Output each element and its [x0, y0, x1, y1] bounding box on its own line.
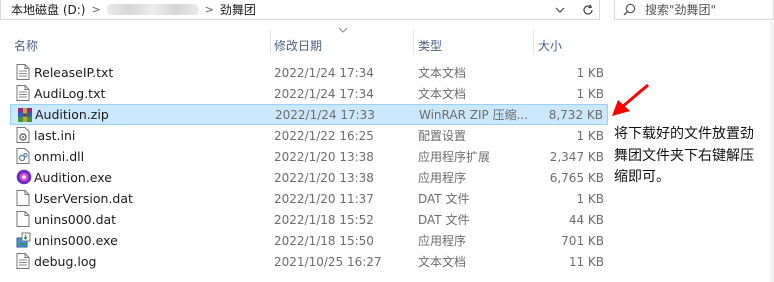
annotation-arrow [612, 83, 649, 116]
sort-indicator-icon [338, 26, 348, 36]
file-type: 应用程序扩展 [418, 150, 491, 164]
file-size: 8,732 KB [548, 107, 603, 122]
file-row[interactable]: unins000.dat 2022/1/18 15:52 DAT 文件 44 KB [10, 209, 608, 230]
file-modified-date: 2022/1/20 13:38 [274, 149, 374, 164]
dll-file-icon [16, 148, 32, 164]
file-type: DAT 文件 [418, 192, 470, 206]
breadcrumb-separator: > [204, 3, 214, 16]
search-icon [623, 3, 636, 16]
file-modified-date: 2022/1/24 17:34 [274, 86, 374, 101]
file-name: UserVersion.dat [34, 191, 133, 206]
settings-file-icon [16, 127, 32, 143]
text-file-icon [16, 85, 32, 101]
column-header-type[interactable]: 类型 [418, 37, 442, 54]
file-modified-date: 2022/1/18 15:50 [274, 233, 374, 248]
installer-icon [16, 232, 32, 248]
column-header-size[interactable]: 大小 [538, 37, 562, 54]
file-size: 1 KB [576, 86, 604, 101]
file-modified-date: 2022/1/20 13:38 [274, 170, 374, 185]
file-row[interactable]: unins000.exe 2022/1/18 15:50 应用程序 701 KB [10, 230, 608, 251]
redacted-path-segment [106, 4, 199, 15]
blank-file-icon [16, 190, 32, 206]
file-size: 701 KB [561, 233, 604, 248]
file-modified-date: 2022/1/22 16:25 [274, 128, 374, 143]
column-divider[interactable] [413, 30, 414, 54]
file-size: 1 KB [576, 65, 604, 80]
file-row[interactable]: Audition.zip 2022/1/24 17:33 WinRAR ZIP 压缩… [10, 104, 608, 125]
file-name: onmi.dll [34, 149, 85, 164]
file-row[interactable]: AudiLog.txt 2022/1/24 17:34 文本文档 1 KB [10, 83, 608, 104]
text-file-icon [16, 64, 32, 80]
file-row[interactable]: onmi.dll 2022/1/20 13:38 应用程序扩展 2,347 KB [10, 146, 608, 167]
file-type: 文本文档 [418, 255, 467, 269]
file-modified-date: 2022/1/20 11:37 [274, 191, 374, 206]
scroll-track[interactable] [770, 22, 774, 282]
file-size: 6,765 KB [549, 170, 604, 185]
file-row[interactable]: debug.log 2021/10/25 16:27 文本文档 11 KB [10, 251, 608, 272]
file-type: WinRAR ZIP 压缩... [419, 108, 529, 122]
file-modified-date: 2022/1/18 15:52 [274, 212, 374, 227]
file-size: 2,347 KB [549, 149, 604, 164]
refresh-icon[interactable] [576, 0, 600, 20]
address-bar[interactable]: 本地磁盘 (D:) > > 劲舞团 [0, 0, 600, 20]
column-header-name[interactable]: 名称 [14, 37, 38, 54]
file-modified-date: 2022/1/24 17:34 [274, 65, 374, 80]
file-row[interactable]: Audition.exe 2022/1/20 13:38 应用程序 6,765 KB [10, 167, 608, 188]
annotation-text: 将下载好的文件放置劲舞团文件夹下右键解压缩即可。 [614, 126, 754, 185]
search-placeholder: 搜索"劲舞团" [645, 3, 717, 17]
file-modified-date: 2022/1/24 17:33 [275, 107, 375, 122]
file-name: ReleaseIP.txt [34, 65, 114, 80]
file-type: 文本文档 [418, 66, 467, 80]
file-type: 配置设置 [418, 129, 467, 143]
breadcrumb-separator: > [91, 3, 101, 16]
address-segment-folder[interactable]: 劲舞团 [220, 1, 256, 18]
address-segment-drive[interactable]: 本地磁盘 (D:) [11, 1, 85, 18]
winrar-archive-icon [17, 107, 33, 123]
file-name: unins000.dat [34, 212, 117, 227]
blank-file-icon [16, 211, 32, 227]
file-name: last.ini [34, 128, 76, 143]
audition-app-icon [16, 169, 32, 185]
file-row[interactable]: ReleaseIP.txt 2022/1/24 17:34 文本文档 1 KB [10, 62, 608, 83]
file-size: 1 KB [576, 128, 604, 143]
file-type: 应用程序 [418, 171, 467, 185]
file-row[interactable]: UserVersion.dat 2022/1/20 11:37 DAT 文件 1 KB [10, 188, 608, 209]
file-name: AudiLog.txt [34, 86, 106, 101]
column-divider[interactable] [270, 30, 271, 54]
file-size: 11 KB [568, 254, 604, 269]
file-type: 文本文档 [418, 87, 467, 101]
arrow-shaft [621, 83, 649, 109]
file-name: debug.log [34, 254, 97, 269]
file-name: unins000.exe [34, 233, 118, 248]
file-name: Audition.zip [35, 107, 109, 122]
file-type: 应用程序 [418, 234, 467, 248]
file-size: 44 KB [568, 212, 604, 227]
text-file-icon [16, 253, 32, 269]
search-box[interactable]: 搜索"劲舞团" [614, 0, 774, 20]
file-row[interactable]: last.ini 2022/1/22 16:25 配置设置 1 KB [10, 125, 608, 146]
file-size: 1 KB [576, 191, 604, 206]
file-modified-date: 2021/10/25 16:27 [274, 254, 382, 269]
chevron-down-icon[interactable] [548, 0, 572, 20]
file-type: DAT 文件 [418, 213, 470, 227]
file-name: Audition.exe [34, 170, 112, 185]
column-divider[interactable] [533, 30, 534, 54]
column-header-date[interactable]: 修改日期 [274, 37, 322, 54]
column-header-bar: 名称 修改日期 类型 大小 [0, 26, 610, 56]
